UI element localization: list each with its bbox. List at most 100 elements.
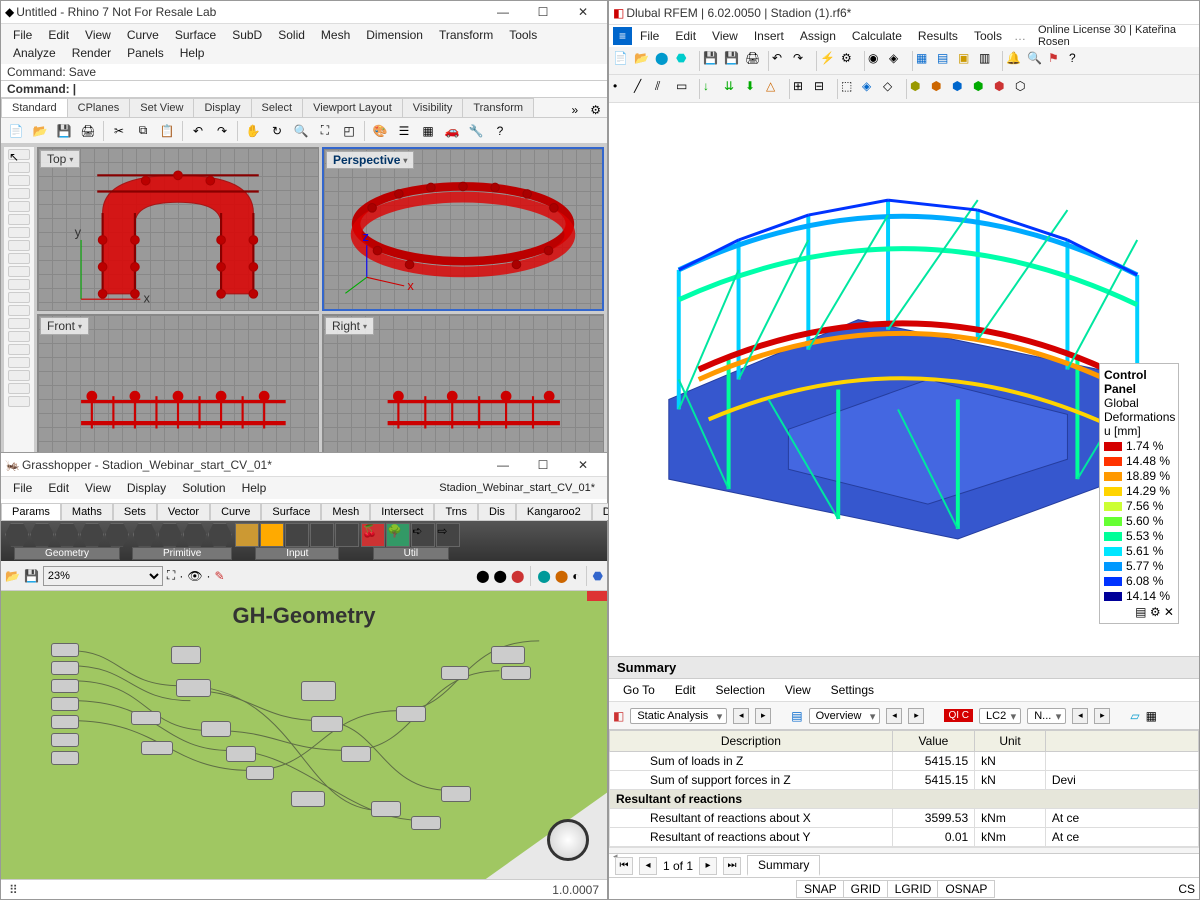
minimize-button[interactable]: —: [483, 454, 523, 476]
load-icon[interactable]: ⇊: [724, 79, 744, 99]
toolbar-tab[interactable]: Transform: [462, 98, 534, 117]
node-icon[interactable]: •: [613, 79, 633, 99]
gh-node[interactable]: [501, 666, 531, 680]
component-icon[interactable]: ⇨: [436, 523, 460, 547]
close-button[interactable]: ✕: [563, 1, 603, 23]
sc-icon[interactable]: ▣: [958, 51, 978, 71]
show-icon[interactable]: ◈: [889, 51, 909, 71]
prev-page-button[interactable]: ◂: [639, 857, 657, 875]
results-icon[interactable]: ▦: [916, 51, 936, 71]
print-icon[interactable]: 🖨: [77, 120, 99, 142]
component-icon[interactable]: [335, 523, 359, 547]
gh-node[interactable]: [51, 643, 79, 657]
toolbar-tab[interactable]: Set View: [129, 98, 194, 117]
component-icon[interactable]: [158, 523, 182, 547]
gh-titlebar[interactable]: 🦗 Grasshopper - Stadion_Webinar_start_CV…: [1, 453, 607, 477]
render-icon[interactable]: 🎨: [369, 120, 391, 142]
component-icon[interactable]: [285, 523, 309, 547]
help-icon[interactable]: ?: [1069, 51, 1089, 71]
component-icon[interactable]: [55, 523, 79, 547]
redo-icon[interactable]: ↷: [793, 51, 813, 71]
rotate-icon[interactable]: ↻: [266, 120, 288, 142]
open-icon[interactable]: 📂: [29, 120, 51, 142]
legend-tools[interactable]: ▤ ⚙ ✕: [1104, 605, 1174, 619]
col-description[interactable]: Description: [610, 731, 893, 752]
eye-icon[interactable]: 👁: [187, 569, 202, 583]
menu-item[interactable]: Selection: [706, 681, 775, 699]
gh-node[interactable]: [51, 715, 79, 729]
flag-icon[interactable]: ⚑: [1048, 51, 1068, 71]
menu-item[interactable]: View: [704, 27, 746, 45]
last-page-button[interactable]: ⏭: [723, 857, 741, 875]
view-icon[interactable]: ◇: [883, 79, 903, 99]
grid-icon[interactable]: ▦: [417, 120, 439, 142]
prev-button[interactable]: ◂: [886, 708, 902, 724]
menu-item[interactable]: Render: [64, 44, 119, 62]
pager-tab[interactable]: Summary: [747, 855, 820, 876]
cube-icon[interactable]: ⬢: [994, 79, 1014, 99]
snap-toggle[interactable]: GRID: [843, 880, 889, 898]
wrench-icon[interactable]: 🔧: [465, 120, 487, 142]
menu-item[interactable]: Edit: [665, 681, 706, 699]
paste-icon[interactable]: 📋: [156, 120, 178, 142]
gh-node[interactable]: [491, 646, 525, 664]
col-value[interactable]: Value: [892, 731, 974, 752]
component-icon[interactable]: [260, 523, 284, 547]
prev-button[interactable]: ◂: [1072, 708, 1088, 724]
calc-icon[interactable]: ⚡: [820, 51, 840, 71]
tool-icon[interactable]: [8, 344, 30, 355]
gh-node[interactable]: [396, 706, 426, 722]
gh-node[interactable]: [51, 679, 79, 693]
tool-icon[interactable]: [8, 175, 30, 186]
component-icon[interactable]: [310, 523, 334, 547]
open-icon[interactable]: 📂: [634, 51, 654, 71]
menu-item[interactable]: Surface: [167, 26, 224, 44]
toolbar-tab[interactable]: Visibility: [402, 98, 464, 117]
show-icon[interactable]: ◉: [868, 51, 888, 71]
gh-category[interactable]: Geometry: [14, 547, 120, 560]
support-icon[interactable]: △: [766, 79, 786, 99]
toolbar-tab[interactable]: Select: [251, 98, 304, 117]
calc-icon[interactable]: ⚙: [841, 51, 861, 71]
viewport-top[interactable]: Top▾ yx: [37, 147, 319, 311]
sphere-icon[interactable]: ⬤: [555, 569, 568, 583]
menu-item[interactable]: Assign: [792, 27, 844, 45]
gh-tab[interactable]: Trns: [434, 503, 478, 520]
gh-tab[interactable]: Curve: [210, 503, 261, 520]
table-row[interactable]: Resultant of reactions about Y0.01kNmAt …: [610, 828, 1199, 847]
gh-node[interactable]: [51, 661, 79, 675]
view-icon[interactable]: ⬚: [841, 79, 861, 99]
gh-node[interactable]: [51, 733, 79, 747]
gh-node[interactable]: [201, 721, 231, 737]
menu-item[interactable]: View: [77, 26, 119, 44]
gh-node[interactable]: [441, 666, 469, 680]
line-icon[interactable]: ╱: [634, 79, 654, 99]
gh-node[interactable]: [176, 679, 211, 697]
results-icon[interactable]: ▤: [937, 51, 957, 71]
load-icon[interactable]: ↓: [703, 79, 723, 99]
menu-item[interactable]: SubD: [224, 26, 270, 44]
gh-tab[interactable]: Intersect: [370, 503, 434, 520]
cube-icon[interactable]: ⬢: [952, 79, 972, 99]
viewport-perspective[interactable]: Perspective▾ zx: [322, 147, 604, 311]
snap-toggle[interactable]: SNAP: [796, 880, 845, 898]
control-panel-legend[interactable]: Control Panel Global Deformations u [mm]…: [1099, 363, 1179, 624]
gh-canvas[interactable]: GH-Geometry: [1, 591, 607, 879]
gh-tab[interactable]: Surface: [261, 503, 321, 520]
table-icon[interactable]: ▥: [979, 51, 999, 71]
menu-item[interactable]: Transform: [431, 26, 501, 44]
bell-icon[interactable]: 🔔: [1006, 51, 1026, 71]
component-icon[interactable]: [208, 523, 232, 547]
minimize-button[interactable]: —: [483, 1, 523, 23]
next-button[interactable]: ▸: [908, 708, 924, 724]
menu-item[interactable]: Help: [172, 44, 213, 62]
table-row[interactable]: Sum of support forces in Z5415.15kNDevi: [610, 771, 1199, 790]
menu-item[interactable]: Panels: [119, 44, 172, 62]
maximize-button[interactable]: ☐: [523, 1, 563, 23]
tool-icon[interactable]: [8, 383, 30, 394]
gh-category[interactable]: Util: [373, 547, 449, 560]
col-unit[interactable]: Unit: [975, 731, 1046, 752]
tool-icon[interactable]: [8, 292, 30, 303]
rfem-viewport[interactable]: Control Panel Global Deformations u [mm]…: [609, 103, 1199, 656]
sphere-icon[interactable]: ⬤: [494, 569, 507, 583]
